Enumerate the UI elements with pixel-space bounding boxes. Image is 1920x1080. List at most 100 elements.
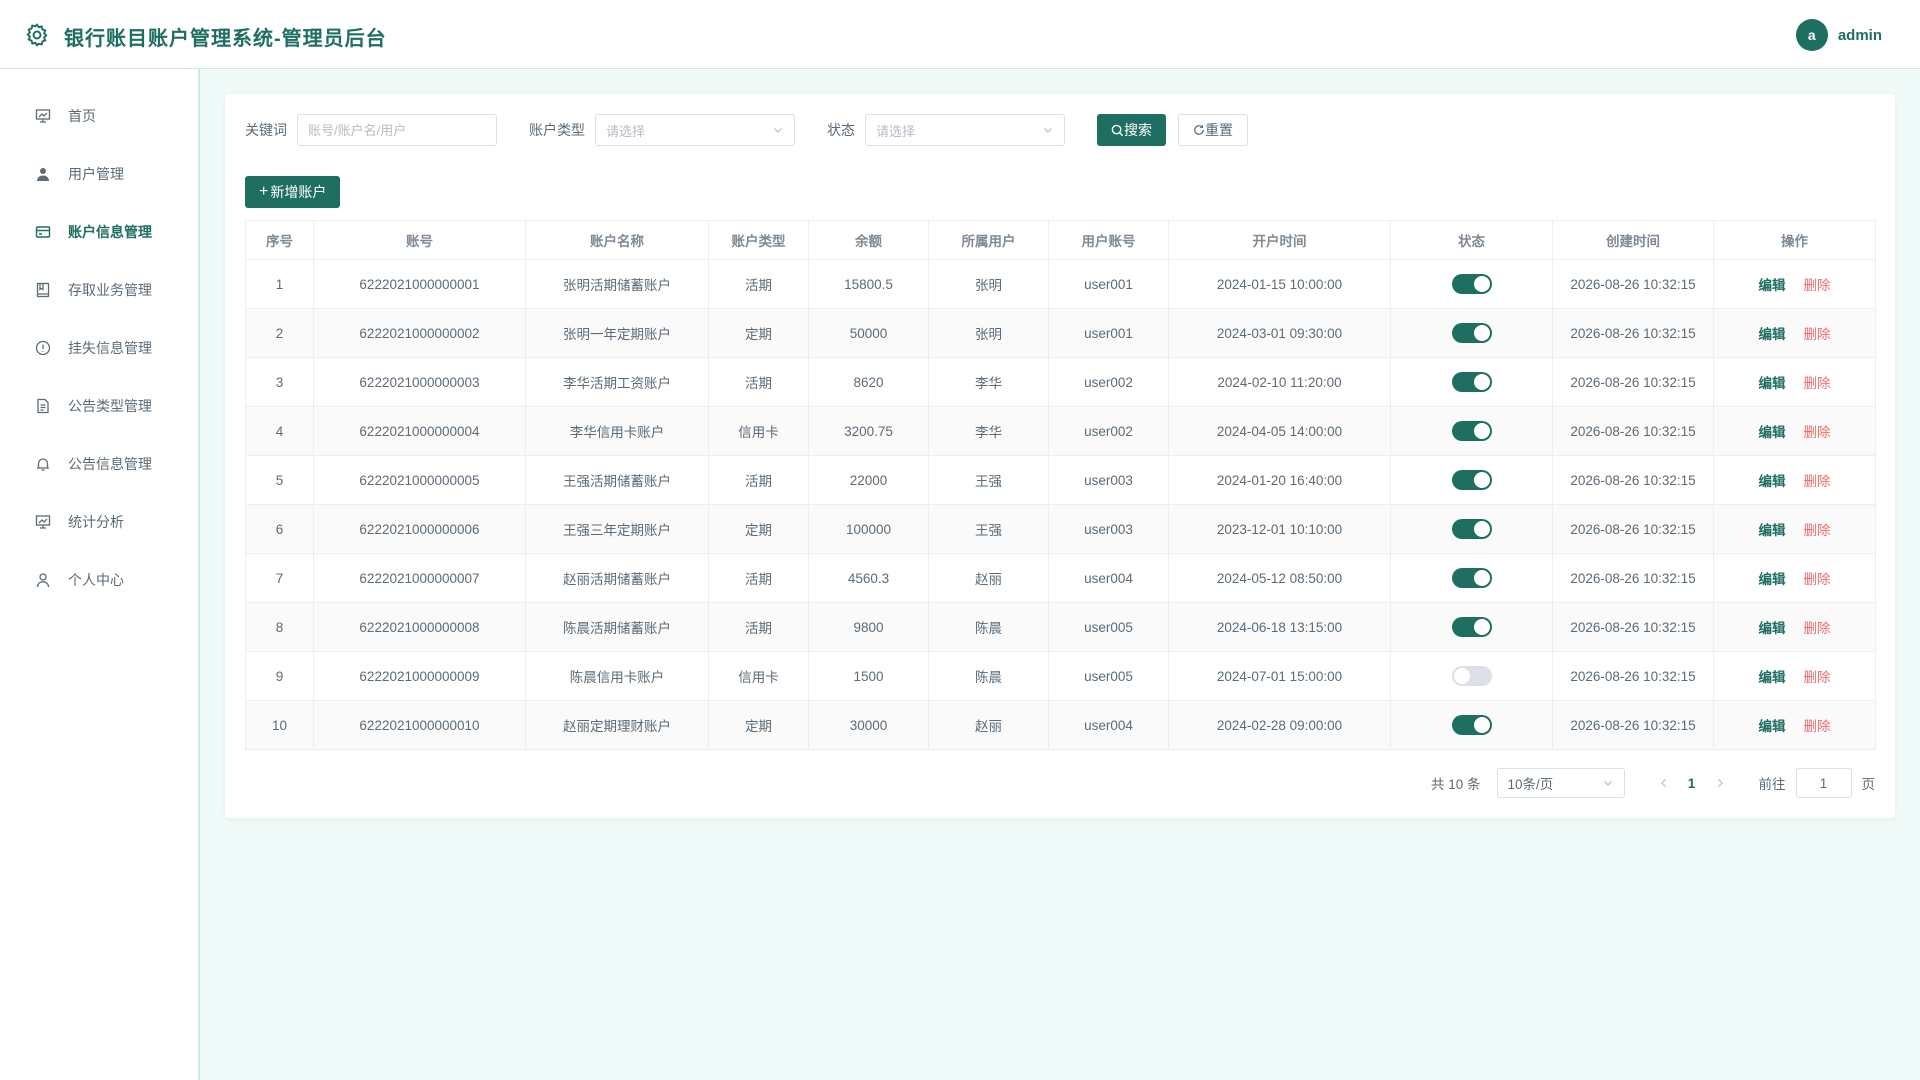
prev-page-button[interactable] [1651,776,1677,791]
status-cell [1390,504,1553,554]
edit-button[interactable]: 编辑 [1759,572,1786,587]
row-index: 3 [245,357,314,407]
next-page-button[interactable] [1707,776,1733,791]
status-toggle[interactable] [1451,372,1492,392]
edit-button[interactable]: 编辑 [1759,621,1786,636]
status-select[interactable]: 请选择 [865,114,1065,146]
sidebar-item-accounts[interactable]: 账户信息管理 [0,210,198,254]
search-button[interactable]: 搜索 [1097,114,1166,146]
keyword-input[interactable] [297,114,497,146]
delete-button[interactable]: 删除 [1804,278,1831,293]
balance: 1500 [808,651,929,701]
sidebar-item-notice-types[interactable]: 公告类型管理 [0,384,198,428]
status-toggle[interactable] [1451,617,1492,637]
edit-button[interactable]: 编辑 [1759,278,1786,293]
status-toggle[interactable] [1451,715,1492,735]
user-name[interactable]: admin [1838,27,1882,44]
account-type: 活期 [708,357,809,407]
owner-name: 李华 [928,357,1049,407]
col-header-index: 序号 [245,220,314,260]
top-header: 银行账目账户管理系统-管理员后台 a admin [0,0,1920,69]
person-icon [34,571,52,589]
col-header-balance: 余额 [808,220,929,260]
edit-button[interactable]: 编辑 [1759,474,1786,489]
owner-name: 王强 [928,504,1049,554]
sidebar-item-users[interactable]: 用户管理 [0,152,198,196]
reset-button[interactable]: 重置 [1178,114,1248,146]
delete-button[interactable]: 删除 [1804,621,1831,636]
delete-button[interactable]: 删除 [1804,572,1831,587]
document-icon [34,397,52,415]
search-button-label: 搜索 [1124,122,1152,138]
owner-name: 赵丽 [928,553,1049,603]
sidebar-item-home[interactable]: 首页 [0,94,198,138]
actions-cell: 编辑 删除 [1713,259,1876,309]
delete-button[interactable]: 删除 [1804,376,1831,391]
page-size-select[interactable]: 10条/页 [1496,768,1625,798]
edit-button[interactable]: 编辑 [1759,327,1786,342]
user-menu[interactable]: a admin [1795,19,1882,51]
sidebar-item-loss-report[interactable]: 挂失信息管理 [0,326,198,370]
sidebar-item-label: 挂失信息管理 [68,340,152,356]
sidebar: 首页 用户管理 账户信息管理 存取业务管理 挂失信息管理 公告类型管理 公告信息… [0,69,200,1080]
col-header-actions: 操作 [1713,220,1876,260]
keyword-label: 关键词 [245,122,287,138]
sidebar-item-label: 存取业务管理 [68,282,152,298]
table-row: 8 6222021000000008 陈晨活期储蓄账户 活期 9800 陈晨 user005… [245,602,1876,652]
status-toggle[interactable] [1451,323,1492,343]
status-toggle[interactable] [1451,568,1492,588]
created-time: 2026-08-26 10:32:15 [1552,700,1714,750]
page-number-current[interactable]: 1 [1677,776,1707,791]
delete-button[interactable]: 删除 [1804,327,1831,342]
edit-button[interactable]: 编辑 [1759,376,1786,391]
account-type-select[interactable]: 请选择 [595,114,795,146]
sidebar-item-label: 账户信息管理 [68,224,152,240]
opened-time: 2024-01-15 10:00:00 [1168,259,1391,309]
sidebar-item-transactions[interactable]: 存取业务管理 [0,268,198,312]
col-header-type: 账户类型 [708,220,809,260]
delete-button[interactable]: 删除 [1804,474,1831,489]
created-time: 2026-08-26 10:32:15 [1552,602,1714,652]
table-header-row: 序号 账号 账户名称 账户类型 余额 所属用户 用户账号 开户时间 状态 创建时… [245,220,1876,260]
status-toggle[interactable] [1451,666,1492,686]
created-time: 2026-08-26 10:32:15 [1552,406,1714,456]
account-number: 6222021000000005 [313,455,526,505]
account-number: 6222021000000001 [313,259,526,309]
opened-time: 2024-05-12 08:50:00 [1168,553,1391,603]
table-row: 1 6222021000000001 张明活期储蓄账户 活期 15800.5 张明 user… [245,259,1876,309]
delete-button[interactable]: 删除 [1804,425,1831,440]
sidebar-item-notices[interactable]: 公告信息管理 [0,442,198,486]
edit-button[interactable]: 编辑 [1759,719,1786,734]
delete-button[interactable]: 删除 [1804,670,1831,685]
col-header-username: 用户账号 [1048,220,1169,260]
edit-button[interactable]: 编辑 [1759,670,1786,685]
status-toggle[interactable] [1451,274,1492,294]
delete-button[interactable]: 删除 [1804,523,1831,538]
status-toggle[interactable] [1451,470,1492,490]
add-account-button[interactable]: + 新增账户 [245,176,341,208]
app-title: 银行账目账户管理系统-管理员后台 [64,28,387,50]
actions-cell: 编辑 删除 [1713,357,1876,407]
edit-button[interactable]: 编辑 [1759,523,1786,538]
opened-time: 2024-07-01 15:00:00 [1168,651,1391,701]
created-time: 2026-08-26 10:32:15 [1552,553,1714,603]
status-cell [1390,259,1553,309]
actions-cell: 编辑 删除 [1713,700,1876,750]
created-time: 2026-08-26 10:32:15 [1552,357,1714,407]
balance: 15800.5 [808,259,929,309]
plus-icon: + [259,183,269,200]
sidebar-item-profile[interactable]: 个人中心 [0,558,198,602]
col-header-opened: 开户时间 [1168,220,1391,260]
account-type-placeholder: 请选择 [606,123,646,139]
account-type: 定期 [708,700,809,750]
delete-button[interactable]: 删除 [1804,719,1831,734]
edit-button[interactable]: 编辑 [1759,425,1786,440]
col-header-status: 状态 [1390,220,1553,260]
avatar[interactable]: a [1795,19,1828,51]
status-toggle[interactable] [1451,421,1492,441]
table-row: 5 6222021000000005 王强活期储蓄账户 活期 22000 王强 user00… [245,455,1876,505]
goto-page-input[interactable] [1795,768,1852,798]
status-toggle[interactable] [1451,519,1492,539]
sidebar-item-statistics[interactable]: 统计分析 [0,500,198,544]
table-body: 1 6222021000000001 张明活期储蓄账户 活期 15800.5 张明 user… [245,259,1876,750]
